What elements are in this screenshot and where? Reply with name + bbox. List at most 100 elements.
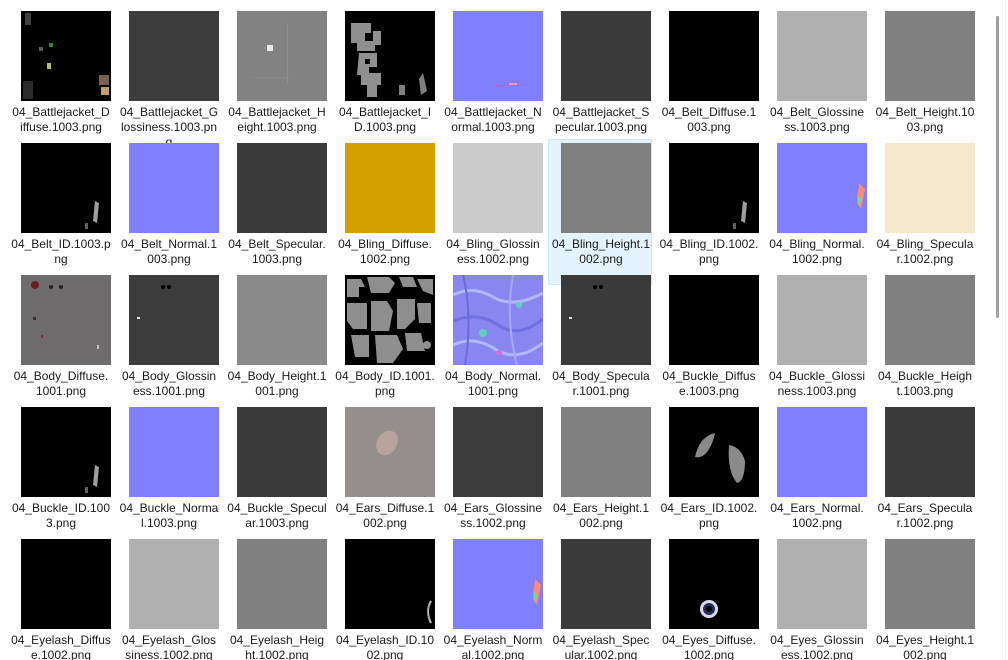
- file-name-label: 04_Belt_Normal.1003.png: [120, 237, 218, 266]
- file-item[interactable]: 04_Battlejacket_ID.1003.png: [332, 7, 436, 153]
- file-thumbnail: [345, 143, 435, 233]
- texture-preview-image: [561, 143, 651, 233]
- file-item[interactable]: 04_Belt_Diffuse.1003.png: [656, 7, 760, 153]
- texture-preview-image: [561, 539, 651, 629]
- texture-preview-image: [21, 143, 111, 233]
- file-item[interactable]: 04_Bling_Height.1002.png: [548, 139, 652, 285]
- file-name-label: 04_Belt_Specular.1003.png: [228, 237, 326, 266]
- file-item[interactable]: 04_Battlejacket_Specular.1003.png: [548, 7, 652, 153]
- texture-preview-image: [561, 11, 651, 101]
- file-item[interactable]: 04_Eyes_Glossiness.1002.png: [764, 535, 868, 660]
- file-item[interactable]: 04_Body_Specular.1001.png: [548, 271, 652, 417]
- file-name-label: 04_Eyelash_Specular.1002.png: [552, 633, 650, 660]
- file-name-label: 04_Eyelash_Glossiness.1002.png: [121, 633, 217, 660]
- texture-preview-image: [129, 143, 219, 233]
- file-thumbnail: [345, 11, 435, 101]
- file-item[interactable]: 04_Body_ID.1001.png: [332, 271, 436, 417]
- file-item[interactable]: 04_Belt_Height.1003.png: [872, 7, 976, 153]
- file-item[interactable]: 04_Battlejacket_Normal.1003.png: [440, 7, 544, 153]
- file-name-label: 04_Battlejacket_Height.1003.png: [228, 105, 326, 134]
- file-thumbnail: [561, 407, 651, 497]
- file-item[interactable]: 04_Belt_Normal.1003.png: [116, 139, 220, 285]
- file-name-label: 04_Body_Specular.1001.png: [552, 369, 650, 398]
- file-item[interactable]: 04_Buckle_Normal.1003.png: [116, 403, 220, 549]
- file-item[interactable]: 04_Eyes_Diffuse.1002.png: [656, 535, 760, 660]
- file-item[interactable]: 04_Buckle_Diffuse.1003.png: [656, 271, 760, 417]
- file-item[interactable]: 04_Buckle_Glossiness.1003.png: [764, 271, 868, 417]
- file-thumbnail: [669, 11, 759, 101]
- file-item[interactable]: 04_Eyelash_Diffuse.1002.png: [8, 535, 112, 660]
- file-item[interactable]: 04_Eyes_Height.1002.png: [872, 535, 976, 660]
- file-name-label: 04_Eyelash_Diffuse.1002.png: [11, 633, 111, 660]
- file-name-label: 04_Bling_Glossiness.1002.png: [446, 237, 540, 266]
- texture-preview-image: [21, 275, 111, 365]
- file-name-label: 04_Ears_Specular.1002.png: [877, 501, 973, 530]
- file-name-label: 04_Belt_Diffuse.1003.png: [661, 105, 757, 134]
- file-name-label: 04_Body_ID.1001.png: [335, 369, 435, 398]
- file-item[interactable]: 04_Belt_Glossiness.1003.png: [764, 7, 868, 153]
- file-name-label: 04_Belt_Height.1003.png: [875, 105, 975, 134]
- file-item[interactable]: 04_Buckle_Height.1003.png: [872, 271, 976, 417]
- texture-preview-image: [885, 143, 975, 233]
- file-thumbnail: [21, 143, 111, 233]
- texture-preview-image: [669, 539, 759, 629]
- file-item[interactable]: 04_Belt_Specular.1003.png: [224, 139, 328, 285]
- file-thumbnail: [777, 143, 867, 233]
- file-name-label: 04_Buckle_Diffuse.1003.png: [662, 369, 756, 398]
- file-name-label: 04_Buckle_Specular.1003.png: [227, 501, 327, 530]
- file-item[interactable]: 04_Battlejacket_Diffuse.1003.png: [8, 7, 112, 153]
- file-item[interactable]: 04_Bling_Glossiness.1002.png: [440, 139, 544, 285]
- file-item[interactable]: 04_Body_Diffuse.1001.png: [8, 271, 112, 417]
- texture-preview-image: [237, 11, 327, 101]
- file-thumbnail: [561, 143, 651, 233]
- file-item[interactable]: 04_Eyelash_ID.1002.png: [332, 535, 436, 660]
- texture-preview-image: [345, 143, 435, 233]
- file-item[interactable]: 04_Body_Normal.1001.png: [440, 271, 544, 417]
- file-name-label: 04_Battlejacket_ID.1003.png: [338, 105, 432, 134]
- texture-preview-image: [21, 407, 111, 497]
- file-thumbnail: [129, 407, 219, 497]
- texture-preview-image: [129, 11, 219, 101]
- texture-preview-image: [237, 539, 327, 629]
- texture-preview-image: [453, 11, 543, 101]
- file-item[interactable]: 04_Body_Glossiness.1001.png: [116, 271, 220, 417]
- file-item[interactable]: 04_Eyelash_Specular.1002.png: [548, 535, 652, 660]
- file-item[interactable]: 04_Ears_Height.1002.png: [548, 403, 652, 549]
- file-item[interactable]: 04_Belt_ID.1003.png: [8, 139, 112, 285]
- file-item[interactable]: 04_Battlejacket_Glossiness.1003.png: [116, 7, 220, 153]
- file-item[interactable]: 04_Ears_Diffuse.1002.png: [332, 403, 436, 549]
- file-item[interactable]: 04_Eyelash_Normal.1002.png: [440, 535, 544, 660]
- file-name-label: 04_Eyelash_Normal.1002.png: [443, 633, 543, 660]
- file-name-label: 04_Bling_Diffuse.1002.png: [338, 237, 432, 266]
- file-item[interactable]: 04_Bling_Diffuse.1002.png: [332, 139, 436, 285]
- file-item[interactable]: 04_Buckle_Specular.1003.png: [224, 403, 328, 549]
- file-name-label: 04_Eyes_Glossiness.1002.png: [770, 633, 864, 660]
- file-item[interactable]: 04_Battlejacket_Height.1003.png: [224, 7, 328, 153]
- file-thumbnail: [237, 407, 327, 497]
- texture-preview-image: [237, 407, 327, 497]
- file-item[interactable]: 04_Ears_Normal.1002.png: [764, 403, 868, 549]
- texture-preview-image: [777, 275, 867, 365]
- file-item[interactable]: 04_Bling_Specular.1002.png: [872, 139, 976, 285]
- file-item[interactable]: 04_Ears_ID.1002.png: [656, 403, 760, 549]
- file-item[interactable]: 04_Buckle_ID.1003.png: [8, 403, 112, 549]
- file-item[interactable]: 04_Eyelash_Height.1002.png: [224, 535, 328, 660]
- texture-preview-image: [669, 11, 759, 101]
- file-name-label: 04_Ears_Normal.1002.png: [770, 501, 864, 530]
- texture-preview-image: [561, 407, 651, 497]
- texture-preview-image: [237, 143, 327, 233]
- file-thumbnail: [777, 11, 867, 101]
- file-item[interactable]: 04_Bling_Normal.1002.png: [764, 139, 868, 285]
- file-item[interactable]: 04_Ears_Glossiness.1002.png: [440, 403, 544, 549]
- file-name-label: 04_Eyelash_ID.1002.png: [335, 633, 435, 660]
- scrollbar-thumb[interactable]: [996, 16, 999, 318]
- file-item[interactable]: 04_Ears_Specular.1002.png: [872, 403, 976, 549]
- texture-preview-image: [453, 143, 543, 233]
- texture-preview-image: [885, 539, 975, 629]
- texture-preview-image: [777, 407, 867, 497]
- file-item[interactable]: 04_Eyelash_Glossiness.1002.png: [116, 535, 220, 660]
- file-thumbnail: [237, 539, 327, 629]
- vertical-scrollbar[interactable]: [990, 0, 1008, 660]
- file-item[interactable]: 04_Bling_ID.1002.png: [656, 139, 760, 285]
- file-item[interactable]: 04_Body_Height.1001.png: [224, 271, 328, 417]
